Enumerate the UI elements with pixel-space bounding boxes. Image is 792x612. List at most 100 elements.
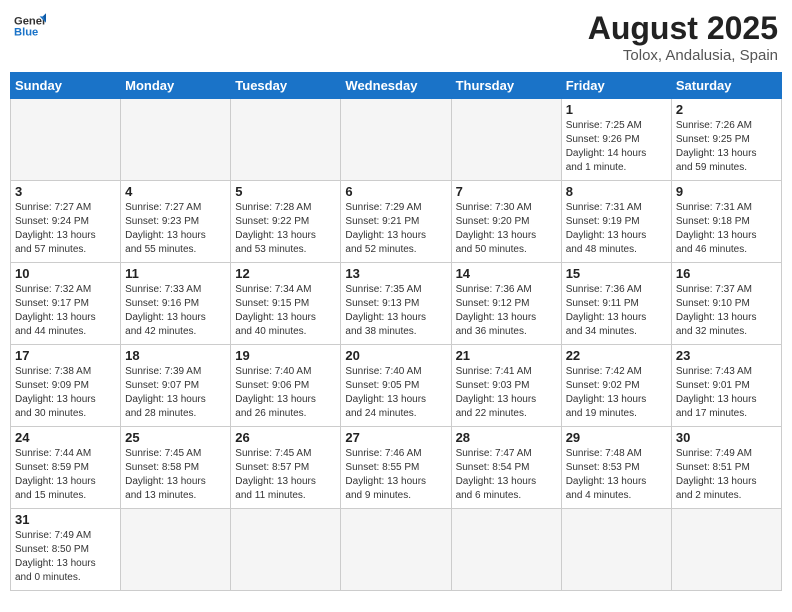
weekday-header-row: SundayMondayTuesdayWednesdayThursdayFrid… [11,73,782,99]
day-info: Sunrise: 7:49 AM Sunset: 8:51 PM Dayligh… [676,447,777,503]
day-info: Sunrise: 7:26 AM Sunset: 9:25 PM Dayligh… [676,119,777,175]
calendar-cell [561,509,671,591]
day-info: Sunrise: 7:47 AM Sunset: 8:54 PM Dayligh… [456,447,557,503]
calendar-cell: 23Sunrise: 7:43 AM Sunset: 9:01 PM Dayli… [671,345,781,427]
day-number: 8 [566,184,667,199]
day-info: Sunrise: 7:32 AM Sunset: 9:17 PM Dayligh… [15,283,116,339]
week-row-4: 17Sunrise: 7:38 AM Sunset: 9:09 PM Dayli… [11,345,782,427]
day-info: Sunrise: 7:48 AM Sunset: 8:53 PM Dayligh… [566,447,667,503]
calendar-cell: 25 Sunrise: 7:45 AM Sunset: 8:58 PM Dayli… [121,427,231,509]
week-row-2: 3 Sunrise: 7:27 AM Sunset: 9:24 PM Daylig… [11,181,782,263]
day-number: 4 [125,184,226,199]
day-number: 27 [345,430,446,445]
day-number: 2 [676,102,777,117]
day-number: 15 [566,266,667,281]
calendar-cell: 29 Sunrise: 7:48 AM Sunset: 8:53 PM Dayli… [561,427,671,509]
calendar-cell [121,509,231,591]
day-number: 18 [125,348,226,363]
day-number: 14 [456,266,557,281]
week-row-3: 10 Sunrise: 7:32 AM Sunset: 9:17 PM Dayli… [11,263,782,345]
day-info: Sunrise: 7:36 AM Sunset: 9:12 PM Dayligh… [456,283,557,339]
day-number: 10 [15,266,116,281]
day-info: Sunrise: 7:36 AM Sunset: 9:11 PM Dayligh… [566,283,667,339]
weekday-header-friday: Friday [561,73,671,99]
calendar-cell: 4Sunrise: 7:27 AM Sunset: 9:23 PM Daylig… [121,181,231,263]
calendar-cell: 16Sunrise: 7:37 AM Sunset: 9:10 PM Dayli… [671,263,781,345]
day-number: 29 [566,430,667,445]
day-info: Sunrise: 7:45 AM Sunset: 8:58 PM Dayligh… [125,447,226,503]
day-number: 28 [456,430,557,445]
calendar-cell [451,99,561,181]
weekday-header-tuesday: Tuesday [231,73,341,99]
day-number: 7 [456,184,557,199]
day-number: 12 [235,266,336,281]
day-number: 23 [676,348,777,363]
calendar-cell: 24Sunrise: 7:44 AM Sunset: 8:59 PM Dayli… [11,427,121,509]
weekday-header-sunday: Sunday [11,73,121,99]
calendar-cell: 17Sunrise: 7:38 AM Sunset: 9:09 PM Dayli… [11,345,121,427]
day-info: Sunrise: 7:33 AM Sunset: 9:16 PM Dayligh… [125,283,226,339]
calendar-cell [231,509,341,591]
day-info: Sunrise: 7:40 AM Sunset: 9:05 PM Dayligh… [345,365,446,421]
week-row-5: 24Sunrise: 7:44 AM Sunset: 8:59 PM Dayli… [11,427,782,509]
day-number: 21 [456,348,557,363]
svg-text:Blue: Blue [14,27,38,39]
day-info: Sunrise: 7:35 AM Sunset: 9:13 PM Dayligh… [345,283,446,339]
weekday-header-saturday: Saturday [671,73,781,99]
day-number: 31 [15,512,116,527]
calendar-cell [451,509,561,591]
day-info: Sunrise: 7:27 AM Sunset: 9:24 PM Dayligh… [15,201,116,257]
day-info: Sunrise: 7:25 AM Sunset: 9:26 PM Dayligh… [566,119,667,175]
calendar-cell: 30 Sunrise: 7:49 AM Sunset: 8:51 PM Dayli… [671,427,781,509]
calendar-cell: 27 Sunrise: 7:46 AM Sunset: 8:55 PM Dayli… [341,427,451,509]
calendar-cell: 14 Sunrise: 7:36 AM Sunset: 9:12 PM Dayli… [451,263,561,345]
calendar-cell: 2 Sunrise: 7:26 AM Sunset: 9:25 PM Daylig… [671,99,781,181]
day-info: Sunrise: 7:31 AM Sunset: 9:19 PM Dayligh… [566,201,667,257]
calendar-cell [341,99,451,181]
day-number: 30 [676,430,777,445]
calendar-cell: 22Sunrise: 7:42 AM Sunset: 9:02 PM Dayli… [561,345,671,427]
calendar-cell: 12Sunrise: 7:34 AM Sunset: 9:15 PM Dayli… [231,263,341,345]
calendar-cell: 3 Sunrise: 7:27 AM Sunset: 9:24 PM Daylig… [11,181,121,263]
day-info: Sunrise: 7:30 AM Sunset: 9:20 PM Dayligh… [456,201,557,257]
calendar-cell: 18Sunrise: 7:39 AM Sunset: 9:07 PM Dayli… [121,345,231,427]
calendar-cell: 11 Sunrise: 7:33 AM Sunset: 9:16 PM Dayli… [121,263,231,345]
calendar-cell [231,99,341,181]
calendar-cell: 10 Sunrise: 7:32 AM Sunset: 9:17 PM Dayli… [11,263,121,345]
calendar-cell [11,99,121,181]
calendar-cell: 19Sunrise: 7:40 AM Sunset: 9:06 PM Dayli… [231,345,341,427]
calendar-cell: 21 Sunrise: 7:41 AM Sunset: 9:03 PM Dayli… [451,345,561,427]
day-info: Sunrise: 7:28 AM Sunset: 9:22 PM Dayligh… [235,201,336,257]
calendar-cell: 26Sunrise: 7:45 AM Sunset: 8:57 PM Dayli… [231,427,341,509]
weekday-header-wednesday: Wednesday [341,73,451,99]
day-info: Sunrise: 7:37 AM Sunset: 9:10 PM Dayligh… [676,283,777,339]
logo-icon: General Blue [14,10,46,42]
day-number: 5 [235,184,336,199]
calendar-cell: 20Sunrise: 7:40 AM Sunset: 9:05 PM Dayli… [341,345,451,427]
weekday-header-thursday: Thursday [451,73,561,99]
calendar-cell: 15 Sunrise: 7:36 AM Sunset: 9:11 PM Dayli… [561,263,671,345]
calendar-cell: 8 Sunrise: 7:31 AM Sunset: 9:19 PM Daylig… [561,181,671,263]
calendar-table: SundayMondayTuesdayWednesdayThursdayFrid… [10,72,782,591]
day-number: 25 [125,430,226,445]
calendar-cell: 31 Sunrise: 7:49 AM Sunset: 8:50 PM Dayli… [11,509,121,591]
calendar-cell: 1Sunrise: 7:25 AM Sunset: 9:26 PM Daylig… [561,99,671,181]
page-header: General Blue August 2025 Tolox, Andalusi… [10,10,782,64]
week-row-6: 31 Sunrise: 7:49 AM Sunset: 8:50 PM Dayli… [11,509,782,591]
calendar-cell [121,99,231,181]
day-info: Sunrise: 7:49 AM Sunset: 8:50 PM Dayligh… [15,529,116,585]
day-number: 3 [15,184,116,199]
calendar-cell: 13Sunrise: 7:35 AM Sunset: 9:13 PM Dayli… [341,263,451,345]
calendar-subtitle: Tolox, Andalusia, Spain [588,47,778,64]
calendar-cell: 5 Sunrise: 7:28 AM Sunset: 9:22 PM Daylig… [231,181,341,263]
day-number: 17 [15,348,116,363]
day-info: Sunrise: 7:40 AM Sunset: 9:06 PM Dayligh… [235,365,336,421]
week-row-1: 1Sunrise: 7:25 AM Sunset: 9:26 PM Daylig… [11,99,782,181]
day-info: Sunrise: 7:41 AM Sunset: 9:03 PM Dayligh… [456,365,557,421]
day-info: Sunrise: 7:46 AM Sunset: 8:55 PM Dayligh… [345,447,446,503]
calendar-cell: 7 Sunrise: 7:30 AM Sunset: 9:20 PM Daylig… [451,181,561,263]
day-number: 11 [125,266,226,281]
day-info: Sunrise: 7:29 AM Sunset: 9:21 PM Dayligh… [345,201,446,257]
day-info: Sunrise: 7:31 AM Sunset: 9:18 PM Dayligh… [676,201,777,257]
calendar-cell: 9Sunrise: 7:31 AM Sunset: 9:18 PM Daylig… [671,181,781,263]
